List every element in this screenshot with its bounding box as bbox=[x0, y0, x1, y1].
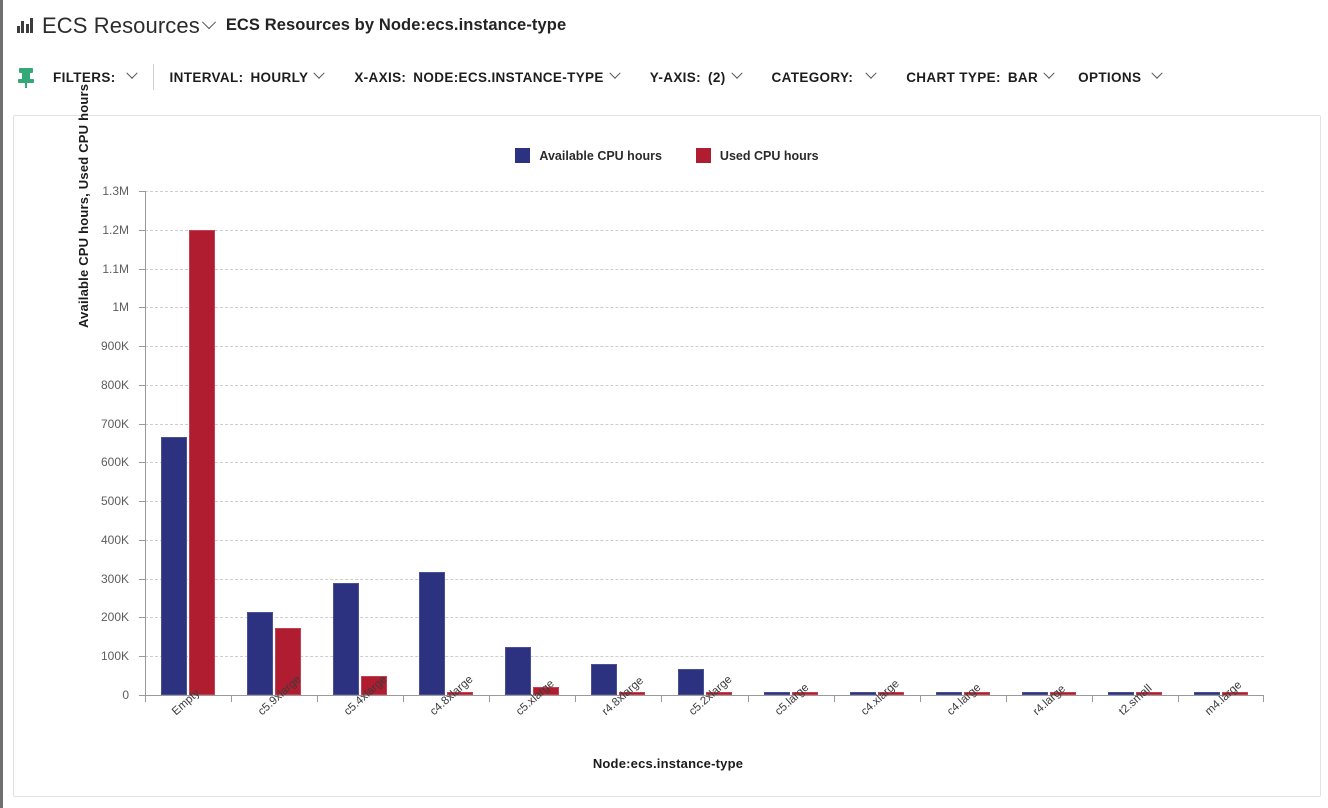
x-axis-tick-mark bbox=[1263, 695, 1264, 702]
y-axis-tick-label: 1M bbox=[112, 300, 129, 315]
x-axis-label: X-AXIS: bbox=[354, 69, 407, 85]
x-axis-title: Node:ecs.instance-type bbox=[592, 756, 744, 771]
chart-toolbar: FILTERS: INTERVAL: HOURLY X-AXIS: NODE:E… bbox=[3, 51, 1328, 103]
x-axis-chevron-down-icon[interactable] bbox=[606, 67, 624, 86]
chart-plot-area: Available CPU hours, Used CPU hours 0 100… bbox=[14, 84, 1322, 798]
chart-type-value: BAR bbox=[1007, 69, 1039, 85]
y-axis-tick-label: 600K bbox=[100, 455, 129, 470]
y-axis-tick-mark bbox=[139, 229, 145, 231]
bar-available[interactable] bbox=[333, 582, 360, 695]
filters-label: FILTERS: bbox=[53, 69, 116, 85]
y-axis-tick-mark bbox=[139, 191, 145, 192]
y-axis-tick-mark bbox=[139, 268, 145, 270]
interval-label: INTERVAL: bbox=[169, 69, 244, 85]
x-axis-tick-mark bbox=[1091, 695, 1093, 702]
x-axis-value: NODE:ECS.INSTANCE-TYPE bbox=[413, 69, 604, 85]
filters-control[interactable]: FILTERS: bbox=[53, 67, 141, 86]
x-axis-tick-mark bbox=[833, 695, 835, 702]
y-axis-tick-mark bbox=[139, 539, 145, 541]
x-axis-category-labels: Empty c5.9xlarge c5.4xlarge c4.8xlarge c5.xl… bbox=[145, 673, 1264, 785]
options-control[interactable]: OPTIONS bbox=[1078, 67, 1166, 86]
y-axis-tick-mark bbox=[139, 462, 145, 464]
y-axis-chevron-down-icon[interactable] bbox=[728, 67, 746, 86]
x-axis-tick-mark bbox=[317, 695, 319, 702]
category-label: CATEGORY: bbox=[771, 69, 854, 85]
y-axis-tick-mark bbox=[139, 384, 145, 386]
y-axis-tick-mark bbox=[139, 346, 145, 348]
y-axis-value: (2) bbox=[707, 69, 726, 85]
options-label: OPTIONS bbox=[1078, 69, 1142, 85]
bar-available[interactable] bbox=[677, 668, 704, 695]
y-axis-tick-label: 500K bbox=[100, 494, 129, 509]
bar-available[interactable] bbox=[247, 612, 274, 695]
page-title: ECS Resources bbox=[42, 12, 200, 38]
y-axis-tick-mark bbox=[139, 501, 145, 503]
dashboard-chevron-down-icon[interactable] bbox=[200, 14, 218, 35]
options-chevron-down-icon[interactable] bbox=[1148, 67, 1166, 86]
bar-available[interactable] bbox=[161, 437, 188, 695]
x-axis-tick-mark bbox=[575, 695, 577, 702]
filters-chevron-down-icon[interactable] bbox=[123, 67, 141, 86]
dashboard-header: ECS Resources ECS Resources by Node:ecs.… bbox=[3, 0, 1328, 51]
x-axis-tick-mark bbox=[747, 695, 749, 702]
bar-used[interactable] bbox=[189, 229, 216, 695]
y-axis-tick-label: 800K bbox=[100, 377, 129, 392]
chart-type-control[interactable]: CHART TYPE: BAR bbox=[906, 67, 1058, 86]
bar-chart-icon bbox=[17, 18, 33, 33]
x-axis-tick-mark bbox=[661, 695, 663, 702]
interval-chevron-down-icon[interactable] bbox=[310, 67, 328, 86]
widget-title: ECS Resources by Node:ecs.instance-type bbox=[225, 16, 567, 34]
y-axis-tick-mark bbox=[139, 617, 145, 619]
category-control[interactable]: CATEGORY: bbox=[771, 67, 881, 86]
pushpin-icon[interactable] bbox=[15, 66, 37, 88]
x-axis-tick-mark bbox=[1177, 695, 1179, 702]
y-axis-tick-label: 1.1M bbox=[102, 261, 129, 276]
bar-available[interactable] bbox=[419, 571, 446, 695]
y-axis-tick-label: 100K bbox=[100, 649, 129, 664]
interval-control[interactable]: INTERVAL: HOURLY bbox=[169, 67, 329, 86]
x-axis-tick-mark bbox=[145, 695, 146, 702]
y-axis-control[interactable]: Y-AXIS: (2) bbox=[649, 67, 746, 86]
y-axis-label: Y-AXIS: bbox=[649, 69, 701, 85]
y-axis-tick-label: 700K bbox=[100, 416, 129, 431]
y-axis-tick-mark bbox=[139, 423, 145, 425]
y-axis-tick-label: 1.2M bbox=[102, 222, 129, 237]
chart-type-label: CHART TYPE: bbox=[906, 69, 1001, 85]
y-axis-tick-label: 900K bbox=[100, 339, 129, 354]
x-axis-tick-mark bbox=[919, 695, 921, 702]
category-chevron-down-icon[interactable] bbox=[862, 67, 880, 86]
y-axis-tick-mark bbox=[139, 695, 145, 696]
y-axis-tick-label: 300K bbox=[100, 571, 129, 586]
y-axis-tick-mark bbox=[139, 656, 145, 658]
y-axis-tick-mark bbox=[139, 578, 145, 580]
chart-type-chevron-down-icon[interactable] bbox=[1040, 67, 1058, 86]
x-axis-tick-mark bbox=[231, 695, 233, 702]
x-axis-tick-mark bbox=[403, 695, 405, 702]
x-axis-tick-mark bbox=[489, 695, 491, 702]
interval-value: HOURLY bbox=[250, 69, 309, 85]
y-axis-tick-label: 200K bbox=[100, 610, 129, 625]
bar-available[interactable] bbox=[591, 664, 618, 695]
y-axis-tick-mark bbox=[139, 307, 145, 309]
toolbar-divider bbox=[152, 64, 154, 90]
y-axis-ticks: 0 100K 200K 300K 400K 500K 600K 700K 800K 900K 1M 1… bbox=[74, 116, 136, 798]
y-axis-tick-label: 0 bbox=[122, 688, 129, 702]
app-window: ECS Resources ECS Resources by Node:ecs.… bbox=[0, 0, 1328, 808]
x-axis-tick-mark bbox=[1005, 695, 1007, 702]
y-axis-tick-label: 1.3M bbox=[102, 184, 129, 198]
x-axis-control[interactable]: X-AXIS: NODE:ECS.INSTANCE-TYPE bbox=[354, 67, 624, 86]
bar-available[interactable] bbox=[505, 647, 532, 695]
y-axis-tick-label: 400K bbox=[100, 532, 129, 547]
chart-card: Available CPU hours Used CPU hours Availa… bbox=[13, 84, 1322, 798]
